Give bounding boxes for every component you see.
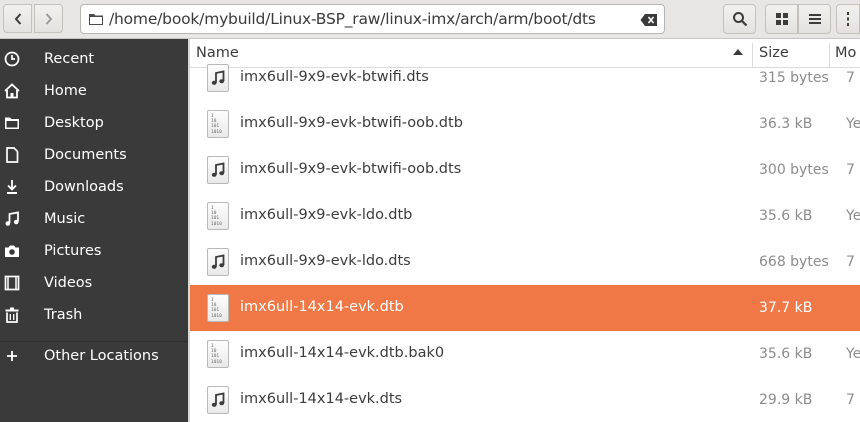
download-icon	[4, 179, 20, 195]
binary-file-icon: 1 10 101 1010	[207, 294, 229, 322]
file-modified: Ye	[846, 208, 860, 224]
file-size: 35.6 kB	[759, 208, 813, 224]
audio-file-icon	[207, 156, 229, 184]
audio-file-icon	[207, 386, 229, 414]
sidebar: Recent Home Desktop Documents Downloads …	[0, 39, 188, 422]
file-row[interactable]: 1 10 101 1010 imx6ull-9x9-evk-ldo.dtb 35.6…	[190, 193, 860, 239]
binary-file-icon: 1 10 101 1010	[207, 110, 229, 138]
file-row[interactable]: 1 10 101 1010 imx6ull-14x14-evk.dtb.bak0 3…	[190, 331, 860, 377]
overflow-menu-button[interactable]	[836, 4, 860, 34]
file-modified: Ye	[846, 346, 860, 362]
file-size: 315 bytes	[759, 70, 829, 86]
file-name: imx6ull-9x9-evk-btwifi-oob.dtb	[240, 115, 463, 131]
vertical-dots-icon	[847, 12, 849, 26]
file-size: 36.3 kB	[759, 116, 813, 132]
file-modified: 7 D	[846, 70, 860, 86]
camera-icon	[4, 243, 20, 259]
file-name: imx6ull-9x9-evk-btwifi.dts	[240, 69, 429, 85]
file-modified: Ye	[846, 116, 860, 132]
file-name: imx6ull-9x9-evk-btwifi-oob.dts	[240, 161, 462, 177]
location-bar[interactable]: /home/book/mybuild/Linux-BSP_raw/linux-i…	[80, 4, 665, 34]
file-row[interactable]: imx6ull-9x9-evk-btwifi-oob.dts 300 bytes 7…	[190, 147, 860, 193]
sidebar-item-videos[interactable]: Videos	[0, 267, 188, 299]
music-icon	[4, 211, 20, 227]
search-icon	[732, 12, 747, 27]
sidebar-item-other-locations[interactable]: Other Locations	[0, 340, 188, 372]
file-modified: 7 D	[846, 392, 860, 408]
chevron-left-icon	[14, 12, 21, 25]
file-name: imx6ull-14x14-evk.dts	[240, 391, 403, 407]
search-button[interactable]	[723, 4, 756, 34]
file-modified: 7 D	[846, 254, 860, 270]
binary-file-icon: 1 10 101 1010	[207, 202, 229, 230]
sidebar-item-music[interactable]: Music	[0, 203, 188, 235]
sidebar-item-downloads[interactable]: Downloads	[0, 171, 188, 203]
sidebar-item-label: Pictures	[44, 243, 102, 259]
sidebar-item-label: Downloads	[44, 179, 124, 195]
sidebar-item-label: Home	[44, 83, 87, 99]
folder-icon	[4, 115, 20, 131]
video-icon	[4, 275, 20, 291]
file-name: imx6ull-9x9-evk-ldo.dts	[240, 253, 411, 269]
file-size: 37.7 kB	[759, 300, 813, 316]
view-mode-button[interactable]	[765, 4, 798, 34]
file-size: 668 bytes	[759, 254, 829, 270]
file-row[interactable]: imx6ull-9x9-evk-btwifi.dts 315 bytes 7 D	[190, 55, 860, 101]
document-icon	[4, 147, 20, 163]
clock-icon	[4, 51, 20, 67]
sidebar-item-label: Documents	[44, 147, 127, 163]
binary-file-icon: 1 10 101 1010	[207, 340, 229, 368]
file-name: imx6ull-9x9-evk-ldo.dtb	[240, 207, 413, 223]
sidebar-item-label: Recent	[44, 51, 95, 67]
file-name: imx6ull-14x14-evk.dtb	[240, 299, 404, 315]
sidebar-item-label: Videos	[44, 275, 93, 291]
file-row[interactable]: imx6ull-14x14-evk.dts 29.9 kB 7 D	[190, 377, 860, 422]
plus-icon	[4, 348, 20, 364]
forward-button[interactable]	[34, 4, 63, 33]
grid-view-icon	[775, 13, 788, 25]
file-size: 35.6 kB	[759, 346, 813, 362]
sidebar-item-label: Desktop	[44, 115, 104, 131]
back-button[interactable]	[3, 4, 32, 33]
sidebar-item-desktop[interactable]: Desktop	[0, 107, 188, 139]
sidebar-item-label: Music	[44, 211, 86, 227]
chevron-right-icon	[45, 12, 52, 25]
audio-file-icon	[207, 248, 229, 276]
trash-icon	[4, 307, 20, 323]
sidebar-item-label: Other Locations	[44, 348, 159, 364]
sidebar-item-recent[interactable]: Recent	[0, 43, 188, 75]
file-size: 29.9 kB	[759, 392, 813, 408]
file-row[interactable]: 1 10 101 1010 imx6ull-14x14-evk.dtb 37.7 k…	[190, 285, 860, 331]
header-bar: /home/book/mybuild/Linux-BSP_raw/linux-i…	[0, 0, 860, 39]
file-row[interactable]: 1 10 101 1010 imx6ull-9x9-evk-btwifi-oob.…	[190, 101, 860, 147]
audio-file-icon	[207, 64, 229, 92]
folder-icon	[88, 12, 104, 26]
sidebar-item-trash[interactable]: Trash	[0, 299, 188, 331]
file-modified: 7 D	[846, 162, 860, 178]
home-icon	[4, 83, 20, 99]
sidebar-item-home[interactable]: Home	[0, 75, 188, 107]
sidebar-item-pictures[interactable]: Pictures	[0, 235, 188, 267]
view-options-button[interactable]	[798, 4, 831, 34]
file-name: imx6ull-14x14-evk.dtb.bak0	[240, 345, 445, 361]
location-path[interactable]: /home/book/mybuild/Linux-BSP_raw/linux-i…	[109, 10, 596, 28]
sidebar-item-documents[interactable]: Documents	[0, 139, 188, 171]
file-list: Name Size Mo imx6ull-9x9-evk-btwifi.dts 3…	[190, 39, 860, 422]
sidebar-item-label: Trash	[44, 307, 83, 323]
file-size: 300 bytes	[759, 162, 829, 178]
file-row[interactable]: imx6ull-9x9-evk-ldo.dts 668 bytes 7 D	[190, 239, 860, 285]
clear-location-icon[interactable]	[640, 12, 658, 26]
hamburger-menu-icon	[808, 14, 821, 24]
